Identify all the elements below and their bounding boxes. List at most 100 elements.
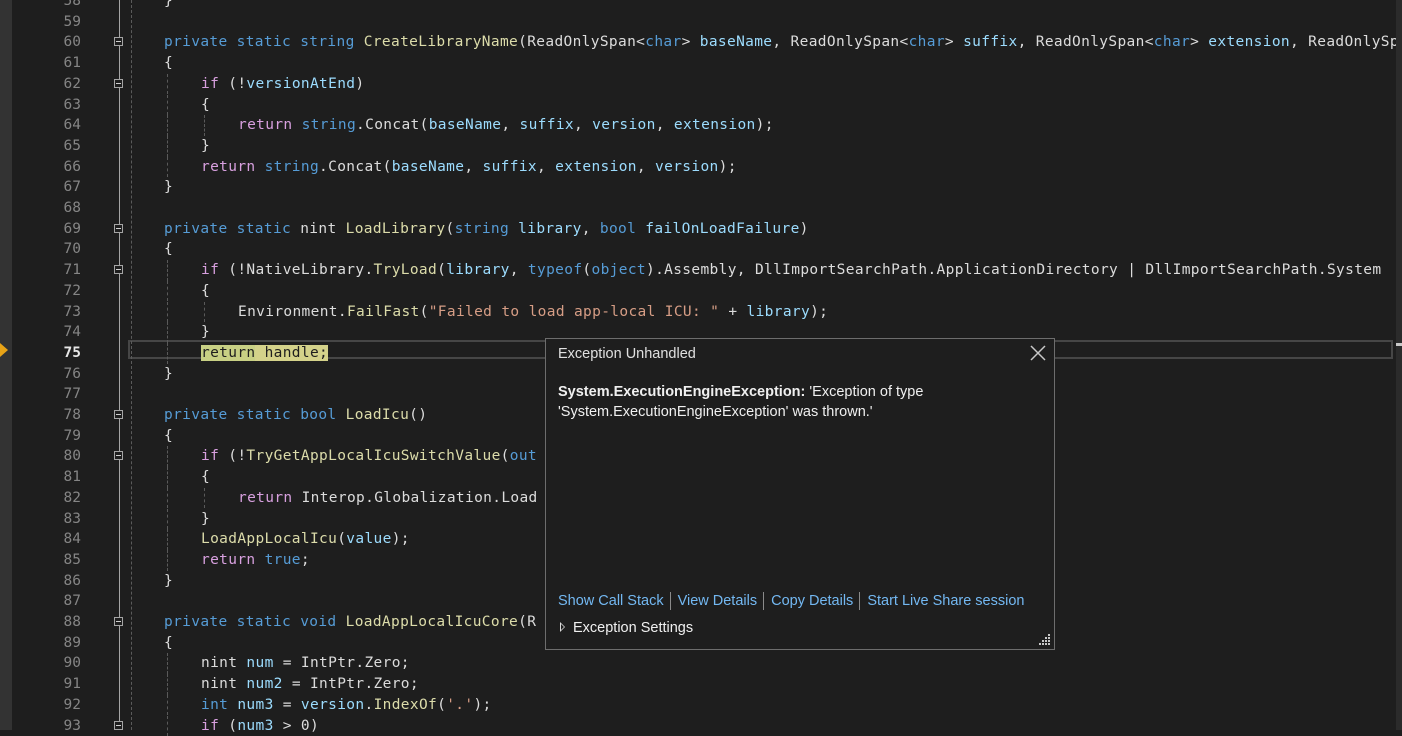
code-text: } xyxy=(164,571,173,592)
line-number: 62 xyxy=(12,74,81,95)
collapse-region-icon[interactable] xyxy=(114,410,123,419)
exception-settings-expander[interactable]: Exception Settings xyxy=(560,620,693,636)
code-token: char xyxy=(1154,34,1190,50)
code-token: num3 xyxy=(237,697,273,713)
code-token: suffix xyxy=(963,34,1017,50)
line-number: 91 xyxy=(12,674,81,695)
code-token: LoadAppLocalIcu xyxy=(201,531,337,547)
code-line[interactable]: 68 xyxy=(12,198,1396,219)
code-line[interactable]: 61{ xyxy=(12,53,1396,74)
line-number: 88 xyxy=(12,612,81,633)
code-line[interactable]: 93if (num3 > 0) xyxy=(12,716,1396,736)
view-details-link[interactable]: View Details xyxy=(678,593,758,609)
code-text: { xyxy=(164,633,173,654)
code-line[interactable]: 63{ xyxy=(12,95,1396,116)
code-line[interactable]: 66return string.Concat(baseName, suffix,… xyxy=(12,157,1396,178)
code-token: ( xyxy=(446,221,455,237)
code-line[interactable]: 69private static nint LoadLibrary(string… xyxy=(12,219,1396,240)
code-token: baseName xyxy=(392,159,465,175)
indent-guide xyxy=(167,716,168,736)
code-token: LoadIcu xyxy=(346,407,410,423)
code-token: FailFast xyxy=(347,304,420,320)
code-token: { xyxy=(201,97,210,113)
code-text: if (num3 > 0) xyxy=(201,716,319,736)
code-token: ( xyxy=(219,718,237,734)
code-token: , xyxy=(464,159,482,175)
code-text: private static bool LoadIcu() xyxy=(164,405,427,426)
code-token: "Failed to load app-local ICU: " xyxy=(429,304,720,320)
code-line[interactable]: 91 nint num2 = IntPtr.Zero; xyxy=(12,674,1396,695)
vertical-scrollbar[interactable] xyxy=(1396,0,1402,730)
code-token: { xyxy=(164,428,173,444)
code-token: , ReadOnlySpan< xyxy=(1018,34,1154,50)
code-text: } xyxy=(164,177,173,198)
code-line[interactable]: 62if (!versionAtEnd) xyxy=(12,74,1396,95)
code-token: int xyxy=(201,697,237,713)
code-token: '.' xyxy=(446,697,473,713)
code-token: versionAtEnd xyxy=(246,76,355,92)
code-text: Environment.FailFast("Failed to load app… xyxy=(238,302,828,323)
indent-guide xyxy=(167,281,168,302)
copy-details-link[interactable]: Copy Details xyxy=(771,593,853,609)
show-call-stack-link[interactable]: Show Call Stack xyxy=(558,593,664,609)
line-number: 83 xyxy=(12,509,81,530)
code-line[interactable]: 71if (!NativeLibrary.TryLoad(library, ty… xyxy=(12,260,1396,281)
code-line[interactable]: 90nint num = IntPtr.Zero; xyxy=(12,653,1396,674)
code-line[interactable]: 92int num3 = version.IndexOf('.'); xyxy=(12,695,1396,716)
code-line[interactable]: 72{ xyxy=(12,281,1396,302)
code-token: extension xyxy=(674,117,756,133)
indent-guide xyxy=(167,95,168,116)
code-token: return xyxy=(201,159,265,175)
code-line[interactable]: 58} xyxy=(12,0,1396,12)
code-token: version xyxy=(301,697,365,713)
code-line[interactable]: 67} xyxy=(12,177,1396,198)
code-token: if xyxy=(201,718,219,734)
close-icon xyxy=(1028,343,1048,363)
indent-guide xyxy=(167,446,168,467)
code-token: Interop.Globalization.Load xyxy=(302,490,538,506)
code-line[interactable]: 60private static string CreateLibraryNam… xyxy=(12,32,1396,53)
code-token: , xyxy=(537,159,555,175)
code-line[interactable]: 59 xyxy=(12,12,1396,33)
code-text: return string.Concat(baseName, suffix, e… xyxy=(201,157,737,178)
code-token: bool xyxy=(600,221,645,237)
code-token: TryLoad xyxy=(374,262,438,278)
indent-guide xyxy=(167,260,168,281)
code-token: ; xyxy=(301,552,310,568)
scrollbar-position-marker xyxy=(1396,343,1402,346)
code-line[interactable]: 65} xyxy=(12,136,1396,157)
line-number: 70 xyxy=(12,239,81,260)
code-token: private static bool xyxy=(164,407,346,423)
indent-guide xyxy=(167,302,168,323)
collapse-region-icon[interactable] xyxy=(114,617,123,626)
code-token: Environment. xyxy=(238,304,347,320)
code-token: ); xyxy=(392,531,410,547)
code-token: } xyxy=(164,0,173,9)
code-token: + xyxy=(719,304,746,320)
code-token: ( xyxy=(582,262,591,278)
code-token: { xyxy=(201,283,210,299)
code-token: suffix xyxy=(483,159,537,175)
code-token: > xyxy=(945,34,963,50)
collapse-region-icon[interactable] xyxy=(114,451,123,460)
code-text: } xyxy=(201,136,210,157)
code-line[interactable]: 64return string.Concat(baseName, suffix,… xyxy=(12,115,1396,136)
close-button[interactable] xyxy=(1028,343,1048,363)
indicator-margin[interactable] xyxy=(0,0,12,730)
code-text: nint num2 = IntPtr.Zero; xyxy=(201,674,419,695)
line-number: 61 xyxy=(12,53,81,74)
collapse-region-icon[interactable] xyxy=(114,79,123,88)
code-line[interactable]: 70 { xyxy=(12,239,1396,260)
collapse-region-icon[interactable] xyxy=(114,37,123,46)
collapse-region-icon[interactable] xyxy=(114,265,123,274)
code-token: , xyxy=(510,262,528,278)
collapse-region-icon[interactable] xyxy=(114,721,123,730)
resize-grip-icon[interactable] xyxy=(1039,634,1051,646)
collapse-region-icon[interactable] xyxy=(114,224,123,233)
code-text: { xyxy=(164,239,173,260)
start-live-share-link[interactable]: Start Live Share session xyxy=(867,593,1024,609)
line-number: 81 xyxy=(12,467,81,488)
code-line[interactable]: 73Environment.FailFast("Failed to load a… xyxy=(12,302,1396,323)
indent-guide xyxy=(204,488,205,509)
code-token: = IntPtr.Zero; xyxy=(274,655,410,671)
